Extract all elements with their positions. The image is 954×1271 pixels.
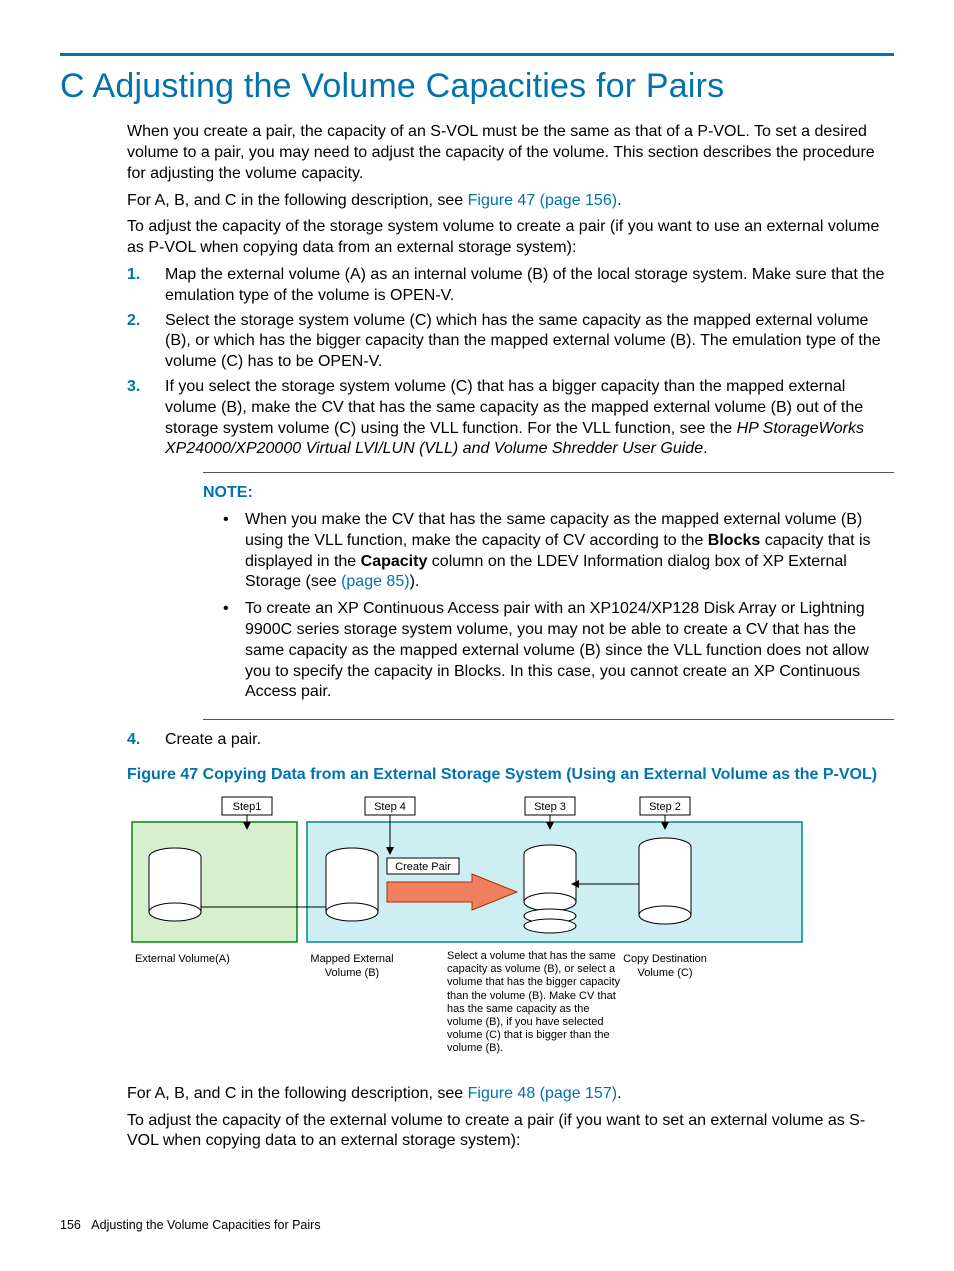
step-2-marker: 2. — [127, 311, 140, 332]
fig-create-pair-label: Create Pair — [395, 861, 451, 873]
adjust-capacity-intro-2: To adjust the capacity of the external v… — [127, 1111, 894, 1153]
fig-step3-label: Step 3 — [534, 801, 566, 813]
fig-mapped-b-2: Volume (B) — [325, 967, 379, 979]
note-bullet-1: When you make the CV that has the same c… — [203, 510, 894, 593]
see-figure-48: For A, B, and C in the following descrip… — [127, 1084, 894, 1105]
intro-paragraph: When you create a pair, the capacity of … — [127, 122, 894, 184]
see1-post: . — [617, 192, 621, 209]
step-2: 2. Select the storage system volume (C) … — [127, 311, 894, 373]
note-bullet-2: To create an XP Continuous Access pair w… — [203, 599, 894, 703]
fig-step2-label: Step 2 — [649, 801, 681, 813]
footer-page-number: 156 — [60, 1218, 81, 1232]
step-4-marker: 4. — [127, 730, 140, 751]
fig-copy-dest-2: Volume (C) — [637, 967, 692, 979]
top-rule — [60, 53, 894, 56]
figure-47-link[interactable]: Figure 47 (page 156) — [468, 192, 617, 209]
nb1-d: ). — [410, 573, 420, 590]
step-1-marker: 1. — [127, 265, 140, 286]
step-3-marker: 3. — [127, 377, 140, 398]
figure-47-diagram: Step1 Step 4 Step 3 Step 2 — [127, 792, 807, 1072]
see2-post: . — [617, 1085, 621, 1102]
fig-ext-a-label: External Volume(A) — [135, 953, 230, 965]
see-figure-47: For A, B, and C in the following descrip… — [127, 191, 894, 212]
fig-step4-label: Step 4 — [374, 801, 406, 813]
step-2-text: Select the storage system volume (C) whi… — [165, 312, 881, 371]
note-bullets: When you make the CV that has the same c… — [203, 510, 894, 703]
page-footer: 156 Adjusting the Volume Capacities for … — [60, 1217, 321, 1233]
page-85-link[interactable]: (page 85) — [341, 573, 410, 590]
step-3: 3. If you select the storage system volu… — [127, 377, 894, 720]
footer-text: Adjusting the Volume Capacities for Pair… — [91, 1218, 320, 1232]
step-4: 4. Create a pair. — [127, 730, 894, 751]
procedure-list: 1. Map the external volume (A) as an int… — [127, 265, 894, 751]
step-1-text: Map the external volume (A) as an intern… — [165, 266, 884, 304]
note-heading: NOTE: — [203, 483, 894, 504]
fig-mapped-b-1: Mapped External — [310, 953, 393, 965]
step-1: 1. Map the external volume (A) as an int… — [127, 265, 894, 307]
see2-pre: For A, B, and C in the following descrip… — [127, 1085, 468, 1102]
adjust-capacity-intro-1: To adjust the capacity of the storage sy… — [127, 217, 894, 259]
fig-select-text: Select a volume that has the same capaci… — [447, 950, 622, 1056]
step-3-text-c: . — [703, 440, 707, 457]
page-title: C Adjusting the Volume Capacities for Pa… — [60, 64, 894, 108]
nb1-blocks: Blocks — [708, 532, 760, 549]
fig-step1-label: Step1 — [233, 801, 262, 813]
see1-pre: For A, B, and C in the following descrip… — [127, 192, 468, 209]
step-4-text: Create a pair. — [165, 731, 261, 748]
nb1-capacity: Capacity — [361, 553, 428, 570]
figure-48-link[interactable]: Figure 48 (page 157) — [468, 1085, 617, 1102]
fig-copy-dest-1: Copy Destination — [623, 953, 707, 965]
figure-47-title: Figure 47 Copying Data from an External … — [127, 765, 894, 786]
note-block: NOTE: When you make the CV that has the … — [203, 472, 894, 720]
